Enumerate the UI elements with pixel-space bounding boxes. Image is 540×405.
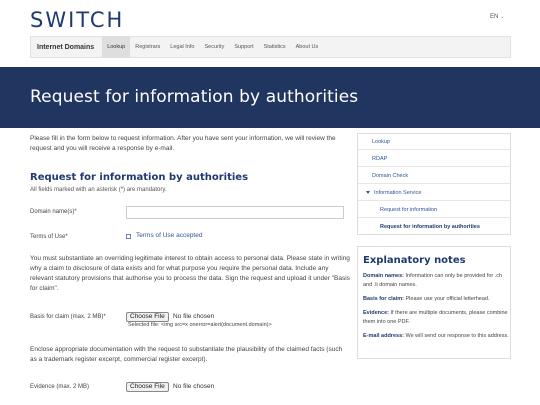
notes-title: Explanatory notes (363, 255, 466, 266)
side-item-request-by-authorities[interactable]: Request for information by authorities (358, 219, 510, 235)
chevron-down-icon: ⌄ (500, 14, 505, 20)
side-item-information-service-label: Information Service (374, 190, 422, 196)
switch-logo[interactable]: SWITCH (30, 8, 124, 32)
note-evidence: Evidence: If there are multiple document… (363, 310, 508, 325)
language-selector[interactable]: EN ⌄ (490, 14, 505, 20)
basis-for-claim-label: Basis for claim (max. 2 MB)* (30, 314, 106, 320)
domain-name-label: Domain name(s)* (30, 209, 77, 215)
nav-item-lookup[interactable]: Lookup (102, 36, 131, 58)
side-navigation: Lookup RDAP Domain Check Information Ser… (357, 133, 511, 235)
nav-item-support[interactable]: Support (229, 36, 258, 58)
caret-down-icon (366, 191, 370, 195)
evidence-file-status: No file chosen (173, 383, 215, 390)
form-title: Request for information by authorities (30, 172, 249, 183)
nav-item-legal-info[interactable]: Legal Info (165, 36, 199, 58)
side-item-rdap[interactable]: RDAP (358, 151, 510, 167)
terms-accepted-checkbox[interactable] (126, 234, 131, 239)
hero-banner: Request for information by authorities (0, 67, 540, 128)
nav-brand[interactable]: Internet Domains (31, 44, 102, 51)
selected-file-text: Selected file: <img src=x onerror=alert(… (128, 322, 272, 328)
intro-text: Please fill in the form below to request… (30, 135, 336, 152)
side-item-domain-check[interactable]: Domain Check (358, 168, 510, 184)
side-item-request-for-information[interactable]: Request for information (358, 202, 510, 218)
page-title: Request for information by authorities (30, 87, 359, 107)
terms-accepted-link[interactable]: Terms of Use accepted (136, 232, 202, 239)
nav-item-security[interactable]: Security (199, 36, 229, 58)
basis-file-status: No file chosen (173, 313, 215, 320)
evidence-file-button[interactable]: Choose File (126, 382, 169, 392)
evidence-instructions: Enclose appropriate documentation with t… (30, 346, 343, 363)
basis-for-claim-file-button[interactable]: Choose File (126, 312, 169, 322)
domain-name-input[interactable] (126, 206, 344, 219)
mandatory-note: All fields marked with an asterisk (*) a… (30, 187, 167, 193)
main-navbar: Internet Domains Lookup Registrars Legal… (30, 36, 511, 58)
note-basis-for-claim: Basis for claim: Please use your officia… (363, 296, 490, 302)
nav-item-registrars[interactable]: Registrars (130, 36, 165, 58)
claim-instructions: You must substantiate an overriding legi… (30, 255, 350, 292)
side-item-information-service[interactable]: Information Service (358, 185, 510, 201)
note-domain-names: Domain names: Information can only be pr… (363, 273, 503, 288)
side-item-lookup[interactable]: Lookup (358, 134, 510, 150)
nav-item-about-us[interactable]: About Us (291, 36, 324, 58)
note-email-address: E-mail address: We will send our respons… (363, 333, 509, 339)
evidence-label: Evidence (max. 2 MB) (30, 384, 90, 390)
explanatory-notes-panel: Explanatory notes Domain names: Informat… (357, 246, 511, 359)
terms-of-use-label: Terms of Use* (30, 234, 68, 240)
nav-item-statistics[interactable]: Statistics (259, 36, 291, 58)
language-label: EN (490, 14, 499, 20)
